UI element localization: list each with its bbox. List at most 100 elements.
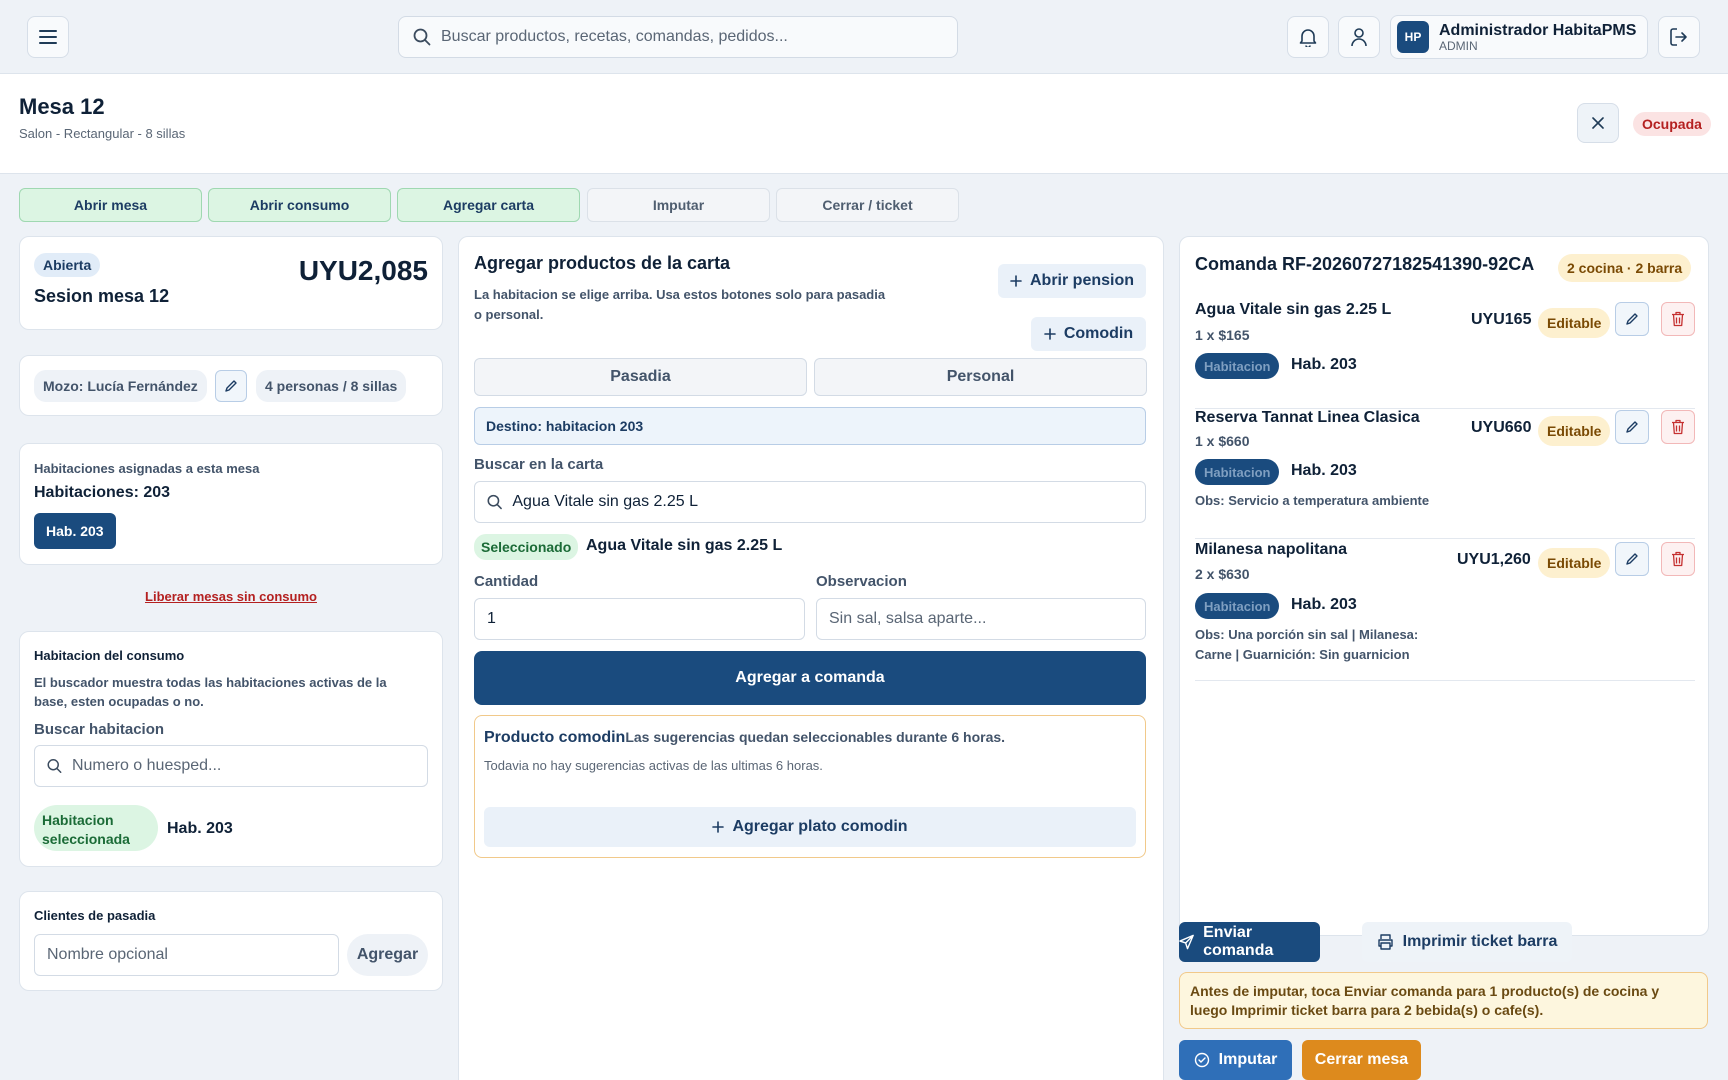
carta-search-input[interactable]: [512, 493, 1145, 511]
add-comodin-button[interactable]: Agregar plato comodin: [484, 807, 1136, 847]
trash-icon: [1672, 551, 1684, 567]
order-item-obs: Obs: Una porción sin sal | Milanesa: Car…: [1195, 627, 1419, 662]
order-item-room: Hab. 203: [1291, 356, 1357, 373]
selected-product: Agua Vitale sin gas 2.25 L: [586, 537, 783, 554]
bell-icon: [1299, 29, 1317, 47]
send-order-button[interactable]: Enviar comanda: [1179, 922, 1320, 962]
tab-abrir-consumo[interactable]: Abrir consumo: [208, 188, 391, 222]
delete-item-button[interactable]: [1661, 410, 1695, 444]
observation-input[interactable]: [829, 610, 1145, 628]
logout-button[interactable]: [1658, 16, 1700, 58]
search-icon: [413, 28, 431, 46]
printer-icon: [1377, 934, 1393, 950]
edit-item-button[interactable]: [1615, 542, 1649, 576]
close-button[interactable]: [1577, 103, 1619, 143]
profile-button[interactable]: [1338, 16, 1380, 58]
order-panel: Comanda RF-20260727182541390-92CA 2 coci…: [1179, 236, 1709, 936]
order-item-tag: Habitacion: [1195, 593, 1280, 619]
carta-search-label: Buscar en la carta: [474, 456, 604, 473]
impute-button[interactable]: Imputar: [1179, 1040, 1292, 1080]
pencil-icon: [1626, 313, 1638, 325]
send-order-label: Enviar comanda: [1203, 924, 1274, 959]
room-chip-203[interactable]: Hab. 203: [34, 513, 116, 549]
plus-icon: [712, 821, 725, 833]
session-card: Abierta Sesion mesa 12 UYU2,085: [19, 236, 443, 330]
page-subtitle: Salon - Rectangular - 8 sillas: [19, 126, 186, 141]
room-search-label: Buscar habitacion: [34, 721, 165, 738]
pencil-icon: [1626, 421, 1638, 433]
assigned-rooms-heading: Habitaciones asignadas a esta mesa: [34, 461, 260, 476]
close-table-button[interactable]: Cerrar mesa: [1302, 1040, 1421, 1080]
comodin-button[interactable]: Comodin: [1031, 317, 1146, 351]
impute-warning: Antes de imputar, toca Enviar comanda pa…: [1179, 972, 1708, 1029]
global-search-input[interactable]: [441, 28, 921, 46]
order-item-obs: Obs: Servicio a temperatura ambiente: [1195, 493, 1430, 508]
mesa-header: Mesa 12 Salon - Rectangular - 8 sillas O…: [0, 73, 1728, 174]
plus-icon: [1010, 275, 1022, 287]
carta-description: La habitacion se elige arriba. Usa estos…: [474, 287, 886, 322]
open-pension-label: Abrir pension: [1030, 272, 1135, 289]
segment-personal[interactable]: Personal: [814, 358, 1147, 396]
room-search-input[interactable]: [71, 757, 427, 775]
pasadia-card: Clientes de pasadia Agregar: [19, 891, 443, 991]
delete-item-button[interactable]: [1661, 302, 1695, 336]
quantity-field[interactable]: [474, 598, 805, 640]
tab-abrir-mesa[interactable]: Abrir mesa: [19, 188, 202, 222]
pasadia-name-field[interactable]: [34, 934, 339, 976]
tab-imputar[interactable]: Imputar: [587, 188, 770, 222]
carta-search-field[interactable]: [474, 481, 1146, 523]
order-item: Reserva Tannat Linea Clasica 1 x $660 Ha…: [1195, 409, 1695, 539]
edit-item-button[interactable]: [1615, 302, 1649, 336]
selected-badge: Seleccionado: [474, 534, 579, 560]
delete-item-button[interactable]: [1661, 542, 1695, 576]
comodin-title: Producto comodin: [484, 729, 626, 746]
top-bar: HP Administrador HabitaPMS ADMIN: [0, 0, 1728, 73]
user-menu[interactable]: HP Administrador HabitaPMS ADMIN: [1390, 15, 1648, 59]
order-item-tag: Habitacion: [1195, 459, 1280, 485]
trash-icon: [1672, 311, 1684, 327]
room-selected-badge: Habitacion seleccionada: [34, 805, 158, 851]
impute-label: Imputar: [1218, 1051, 1278, 1068]
order-item-name: Agua Vitale sin gas 2.25 L: [1195, 301, 1392, 318]
carta-panel: Agregar productos de la carta La habitac…: [458, 236, 1164, 1080]
pencil-icon: [1626, 553, 1638, 565]
observation-field[interactable]: [816, 598, 1146, 640]
print-ticket-button[interactable]: Imprimir ticket barra: [1362, 922, 1572, 962]
release-tables-link[interactable]: Liberar mesas sin consumo: [19, 589, 443, 604]
edit-waiter-button[interactable]: [215, 370, 247, 402]
open-pension-button[interactable]: Abrir pension: [998, 264, 1146, 298]
assigned-rooms-summary: Habitaciones: 203: [34, 484, 171, 501]
status-badge: Ocupada: [1633, 112, 1711, 136]
order-item: Agua Vitale sin gas 2.25 L 1 x $165 Habi…: [1195, 301, 1695, 409]
quantity-label: Cantidad: [474, 573, 539, 590]
tab-cerrar-ticket[interactable]: Cerrar / ticket: [776, 188, 959, 222]
carta-title: Agregar productos de la carta: [474, 253, 731, 273]
pasadia-name-input[interactable]: [47, 946, 338, 964]
comodin-empty: Todavia no hay sugerencias activas de la…: [484, 758, 823, 773]
edit-item-button[interactable]: [1615, 410, 1649, 444]
user-role: ADMIN: [1439, 38, 1478, 53]
user-info: Administrador HabitaPMS ADMIN: [1439, 22, 1636, 53]
global-search[interactable]: [398, 16, 958, 58]
order-item-price: UYU660: [1471, 419, 1532, 436]
waiter-badge: Mozo: Lucía Fernández: [34, 370, 207, 402]
order-item-qty: 2 x $630: [1195, 566, 1250, 582]
add-to-order-button[interactable]: Agregar a comanda: [474, 651, 1146, 705]
add-comodin-label: Agregar plato comodin: [732, 818, 908, 835]
comodin-label: Comodin: [1063, 325, 1134, 342]
menu-button[interactable]: [27, 16, 69, 58]
quantity-input[interactable]: [487, 610, 804, 628]
segment-pasadia[interactable]: Pasadia: [474, 358, 807, 396]
notifications-button[interactable]: [1287, 16, 1329, 58]
pasadia-heading: Clientes de pasadia: [34, 908, 156, 923]
plus-icon: [1044, 328, 1056, 340]
pasadia-add-button[interactable]: Agregar: [347, 934, 428, 976]
tab-agregar-carta[interactable]: Agregar carta: [397, 188, 580, 222]
menu-icon: [39, 30, 57, 44]
comodin-note: Las sugerencias quedan seleccionables du…: [625, 729, 1006, 745]
order-item-qty: 1 x $165: [1195, 327, 1250, 343]
pencil-icon: [225, 380, 237, 392]
session-state-badge: Abierta: [34, 253, 101, 277]
room-search-field[interactable]: [34, 745, 428, 787]
order-title: Comanda RF-20260727182541390-92CA: [1195, 254, 1535, 274]
